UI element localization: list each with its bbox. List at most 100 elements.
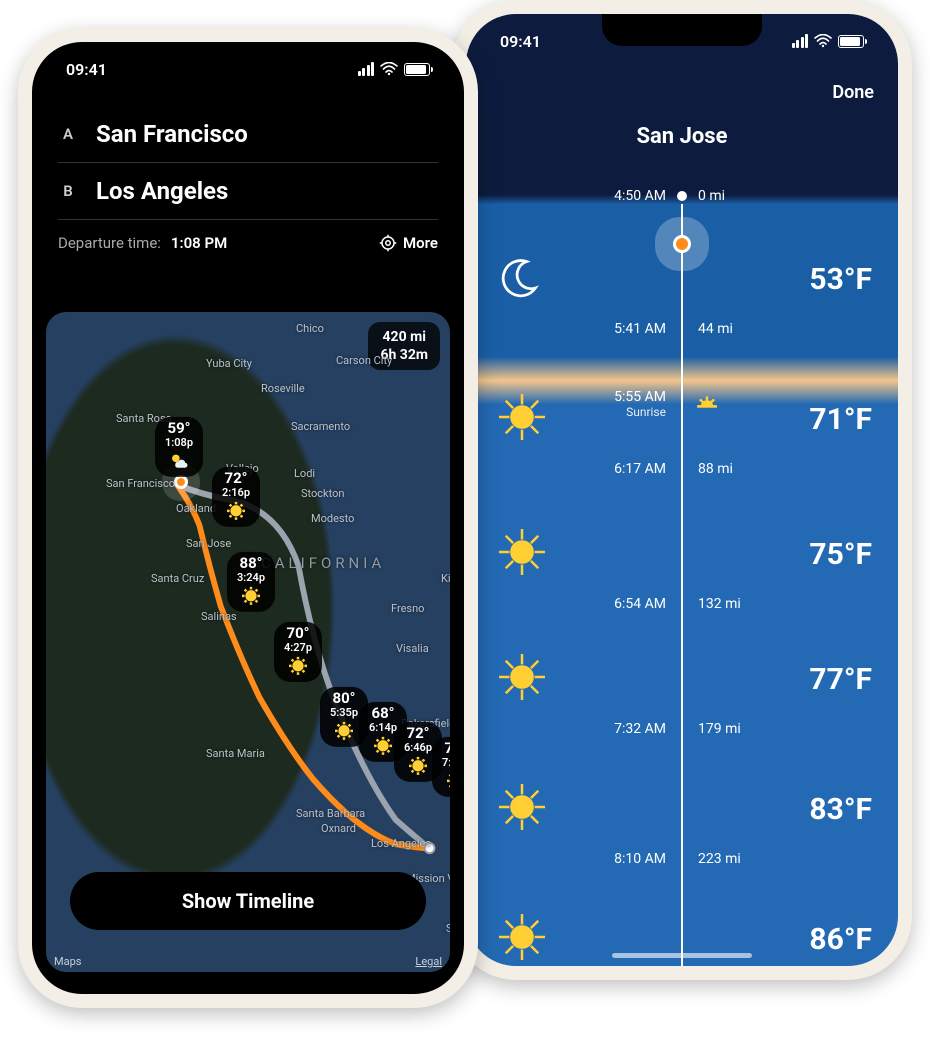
- pin-temp: 72°: [220, 471, 252, 486]
- timeline-temp: 53°F: [809, 262, 872, 297]
- gear-icon: [379, 234, 397, 252]
- origin-city: San Francisco: [96, 120, 248, 148]
- timeline-start-dist: 0 mi: [698, 188, 725, 204]
- pin-time: 4:27p: [282, 641, 314, 654]
- sunny-icon: [498, 783, 546, 835]
- map-city-label: Santa Maria: [206, 747, 265, 760]
- map-attribution-brand: Maps: [54, 955, 81, 968]
- pin-temp: 80°: [328, 691, 360, 706]
- departure-row: Departure time: 1:08 PM More: [32, 220, 464, 266]
- timeline-tick: 6:54 AM 132 mi: [466, 594, 898, 614]
- done-label: Done: [832, 82, 874, 103]
- map-city-label: Sacramento: [291, 420, 350, 433]
- phone-frame-left: 09:41 A San Francisco B Los Angeles D: [18, 28, 478, 1008]
- map-city-label: Carson City: [336, 354, 392, 367]
- map-city-label: Lodi: [294, 467, 315, 480]
- map-city-label: Fresno: [391, 602, 424, 615]
- status-time: 09:41: [500, 32, 541, 51]
- departure-value[interactable]: 1:08 PM: [171, 234, 227, 252]
- timeline-tick-time: 7:32 AM: [614, 721, 666, 737]
- map-city-label: Visalia: [396, 642, 429, 655]
- map-city-label: Oxnard: [321, 822, 356, 835]
- timeline-city-title: San Jose: [466, 124, 898, 149]
- timeline-row: 75°F: [466, 524, 898, 584]
- battery-icon: [404, 63, 430, 76]
- destination-marker: B: [58, 182, 78, 200]
- map-city-label: Chico: [296, 322, 324, 335]
- sunny-icon: [282, 656, 314, 676]
- timeline-row: 53°F: [466, 249, 898, 309]
- phone-frame-right: 09:41 Done San Jose 4:50 AM 0 mi 53°F: [452, 0, 912, 980]
- weather-pin[interactable]: 72° 2:16p: [212, 467, 260, 527]
- map-city-label: Oakland: [176, 502, 216, 515]
- origin-row[interactable]: A San Francisco: [58, 106, 438, 162]
- map-city-label: Modesto: [311, 512, 354, 525]
- map-city-label: Salinas: [201, 610, 237, 623]
- home-indicator: [178, 981, 318, 986]
- show-timeline-label: Show Timeline: [182, 889, 314, 913]
- timeline-row: 77°F: [466, 649, 898, 709]
- map-city-label: Roseville: [261, 382, 305, 395]
- done-button[interactable]: Done: [832, 82, 874, 103]
- timeline-temp: 75°F: [809, 537, 872, 572]
- weather-pin[interactable]: 88° 3:24p: [227, 552, 275, 612]
- map-city-label: Yuba City: [206, 357, 252, 370]
- timeline-row: 83°F: [466, 779, 898, 839]
- map-city-label: Stockton: [301, 487, 344, 500]
- destination-row[interactable]: B Los Angeles: [58, 163, 438, 219]
- pin-time: 7:35p: [440, 756, 450, 769]
- notch: [168, 42, 328, 74]
- show-timeline-button[interactable]: Show Timeline: [70, 872, 426, 930]
- timeline-tick: 8:10 AM 223 mi: [466, 849, 898, 869]
- more-label: More: [403, 234, 438, 252]
- home-indicator: [612, 953, 752, 958]
- map-attribution-legal[interactable]: Legal: [415, 955, 442, 968]
- route-distance: 420 mi: [380, 328, 428, 346]
- map-city-label: Santa Cruz: [151, 572, 204, 585]
- timeline-tick-dist: 179 mi: [698, 721, 741, 737]
- map-city-label: San Diego: [446, 922, 450, 935]
- signal-icon: [792, 34, 809, 48]
- map-city-label: Kings Canyon National: [441, 572, 450, 585]
- battery-icon: [838, 35, 864, 48]
- pin-temp: 88°: [235, 556, 267, 571]
- timeline-tick-time: 5:55 AMSunrise: [614, 389, 666, 419]
- moon-icon: [498, 255, 542, 303]
- pin-temp: 70°: [282, 626, 314, 641]
- pin-temp: 68°: [367, 706, 399, 721]
- state-label: CALIFORNIA: [261, 554, 385, 572]
- timeline-tick-dist: 88 mi: [698, 461, 733, 477]
- origin-marker: A: [58, 125, 78, 143]
- timeline-tick-time: 6:54 AM: [614, 596, 666, 612]
- more-button[interactable]: More: [379, 234, 438, 252]
- timeline-now-marker[interactable]: [673, 235, 691, 253]
- sunny-icon: [402, 756, 434, 776]
- notch: [602, 14, 762, 46]
- sunny-icon: [440, 771, 450, 791]
- sunny-icon: [235, 586, 267, 606]
- pin-time: 6:46p: [402, 741, 434, 754]
- map[interactable]: 420 mi 6h 32m ChicoSanta RosaYuba CityRo…: [46, 312, 450, 972]
- timeline-tick: 7:32 AM 179 mi: [466, 719, 898, 739]
- pin-time: 2:16p: [220, 486, 252, 499]
- timeline-start-time: 4:50 AM: [614, 188, 666, 204]
- weather-pin[interactable]: 75° 7:35p: [432, 737, 450, 797]
- timeline-tick: 5:41 AM 44 mi: [466, 319, 898, 339]
- timeline-temp: 86°F: [809, 922, 872, 957]
- pin-temp: 72°: [402, 726, 434, 741]
- timeline-tick-time: 6:17 AM: [614, 461, 666, 477]
- timeline-tick-time: 8:10 AM: [614, 851, 666, 867]
- pin-temp: 75°: [440, 741, 450, 756]
- timeline-tick-sub: Sunrise: [614, 405, 666, 419]
- pin-time: 5:35p: [328, 706, 360, 719]
- weather-pin[interactable]: 70° 4:27p: [274, 622, 322, 682]
- sunny-icon: [498, 528, 546, 580]
- status-icons: [792, 34, 865, 48]
- pin-time: 3:24p: [235, 571, 267, 584]
- status-icons: [358, 62, 431, 76]
- pin-temp: 59°: [163, 421, 195, 436]
- sunny-icon: [328, 721, 360, 741]
- timeline-tick-dist: 223 mi: [698, 851, 741, 867]
- timeline-temp: 77°F: [809, 662, 872, 697]
- weather-pin[interactable]: 59° 1:08p: [155, 417, 203, 477]
